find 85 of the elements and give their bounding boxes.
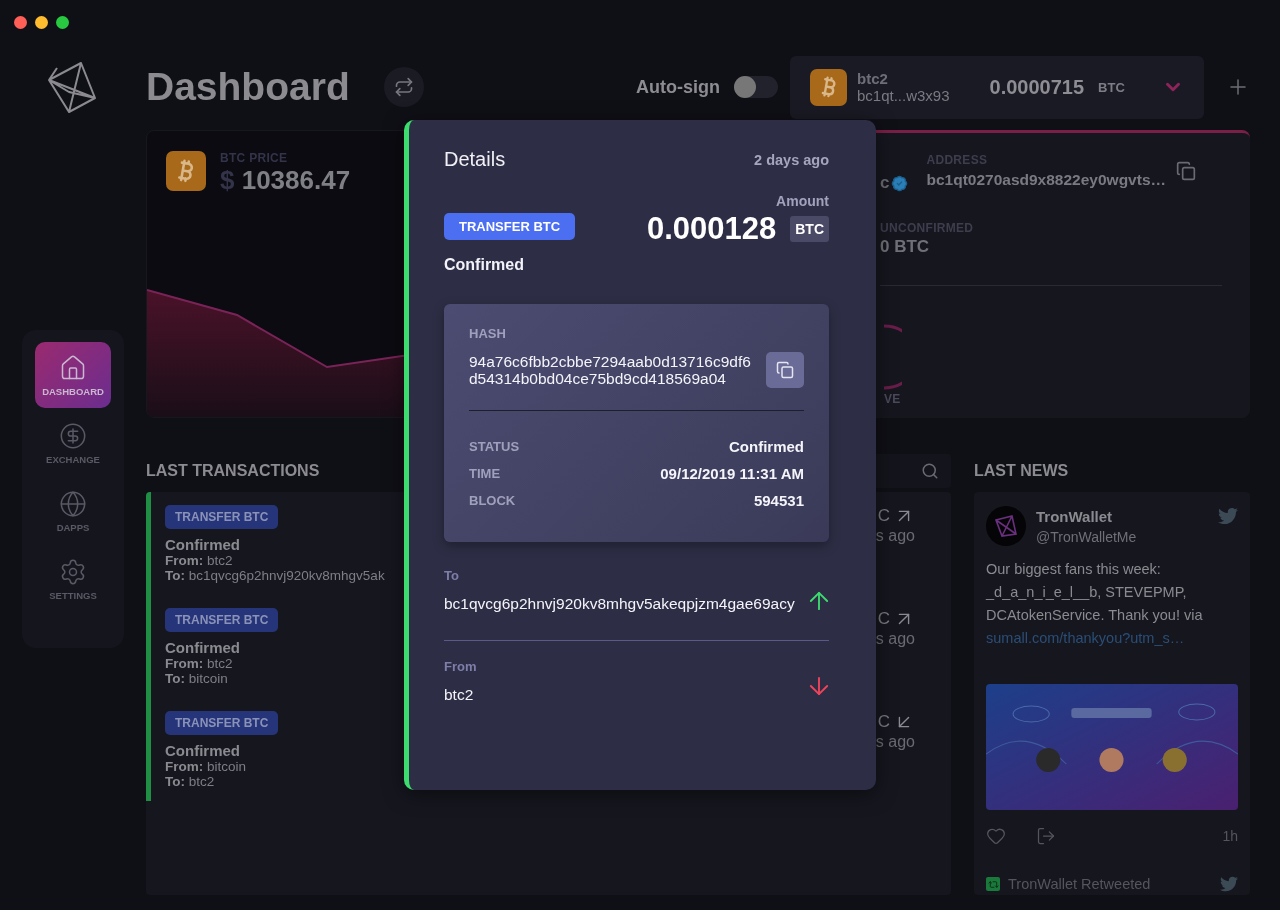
to-text: To: btc2	[165, 774, 215, 789]
amount-fragment: C	[877, 609, 890, 629]
field-value: 09/12/2019 11:31 AM	[660, 465, 804, 482]
transaction-status: Confirmed	[165, 639, 240, 656]
from-address: btc2	[444, 686, 475, 703]
to-label: To	[444, 568, 460, 583]
retweet-icon	[986, 877, 1000, 891]
wallet-name-fragment: c	[880, 173, 890, 193]
close-button[interactable]	[14, 15, 27, 29]
amount-label: Amount	[776, 193, 829, 209]
nav-item[interactable]: EXCHANGE	[35, 410, 111, 476]
share-icon[interactable]	[1036, 826, 1056, 846]
retweet-text: TronWallet Retweeted	[1008, 876, 1151, 892]
balance-unit: BTC	[1098, 79, 1125, 95]
twitter-icon	[1218, 506, 1238, 526]
price-value: $ 10386.47	[220, 165, 351, 196]
globe-icon	[59, 489, 87, 518]
avatar-logo-icon	[986, 506, 1026, 546]
field-value: Confirmed	[729, 438, 804, 455]
field-label: BLOCK	[469, 493, 516, 508]
to-address: bc1qvcg6p2hnvj920kv8mhgv5akeqpjzm4gae69acy	[444, 595, 796, 612]
twitter-icon	[1220, 875, 1238, 893]
bitcoin-icon	[166, 151, 206, 191]
from-text: From: bitcoin	[165, 759, 247, 774]
dollar-icon	[59, 421, 87, 450]
unit-tag: BTC	[790, 216, 829, 242]
search-icon	[921, 462, 939, 480]
amount-fragment: C	[877, 712, 890, 732]
hash-label: HASH	[469, 326, 507, 341]
from-label: From	[444, 659, 478, 674]
wallet-balance: 0.0000715	[989, 75, 1085, 99]
wallet-name: btc2	[857, 70, 889, 87]
like-icon[interactable]	[986, 826, 1006, 846]
transaction-status: Confirmed	[165, 536, 240, 553]
copy-icon	[776, 361, 794, 379]
amount-value: 0.000128	[646, 211, 777, 247]
tweet-author: TronWallet	[1036, 508, 1114, 525]
transaction-time: 2 days ago	[754, 151, 829, 168]
time-fragment: s ago	[875, 733, 915, 751]
nav-item[interactable]: SETTINGS	[35, 546, 111, 612]
field-label: STATUS	[469, 439, 520, 454]
price-label: BTC PRICE	[220, 151, 289, 165]
type-tag: TRANSFER BTC	[444, 213, 576, 240]
transaction-status: Confirmed	[444, 256, 524, 274]
to-text: To: bc1qvcg6p2hnvj920kv8mhgv5ak	[165, 568, 385, 583]
field-value: 594531	[753, 492, 804, 509]
copy-icon[interactable]	[1176, 161, 1196, 181]
receive-label-fragment: VE	[884, 392, 902, 406]
from-text: From: btc2	[165, 553, 233, 568]
tweet-time: 1h	[1222, 828, 1238, 844]
bitcoin-icon	[810, 68, 847, 106]
copy-button[interactable]	[766, 352, 804, 388]
repeat-icon	[393, 77, 414, 97]
nav-item[interactable]: DASHBOARD	[35, 342, 111, 408]
type-tag: TRANSFER BTC	[165, 608, 279, 632]
tweet-link[interactable]: sumall.com/thankyou?utm_s…	[986, 630, 1185, 646]
transaction-status: Confirmed	[165, 742, 240, 759]
home-icon	[59, 353, 87, 382]
refresh-button[interactable]	[383, 67, 424, 107]
type-tag: TRANSFER BTC	[165, 505, 279, 529]
time-fragment: s ago	[875, 527, 915, 545]
wallet-address: bc1qt0270asd9x8822ey0wgvts…	[926, 171, 1166, 189]
type-tag: TRANSFER BTC	[165, 711, 279, 735]
from-text: From: btc2	[165, 656, 233, 671]
zoom-button[interactable]	[56, 15, 69, 29]
wallet-address: bc1qt...w3x93	[857, 87, 950, 104]
nav-item[interactable]: DAPPS	[35, 478, 111, 544]
tweet-handle: @TronWalletMe	[1036, 529, 1137, 545]
tweet-text: Our biggest fans this week: _d_a_n_i_e_l__b, STEVEPMP, DCAtokenService. Thank you! via sumall.com/thankyou?utm_s…	[986, 560, 1204, 648]
settings-icon	[59, 557, 87, 586]
minimize-button[interactable]	[35, 15, 48, 29]
hash-value: 94a76c6fbb2cbbe7294aab0d13716c9df6d54314b0bd04ce75bd9cd418569a04	[469, 353, 752, 387]
wallet-selector[interactable]: btc2 bc1qt...w3x93 0.0000715 BTC	[790, 55, 1204, 119]
auto-sign-label: Auto-sign	[636, 76, 720, 98]
dialog-title: Details	[444, 148, 506, 171]
time-fragment: s ago	[875, 630, 915, 648]
field-label: TIME	[469, 466, 501, 481]
page-title: Dashboard	[146, 65, 350, 109]
amount-fragment: C	[877, 506, 890, 526]
to-text: To: bitcoin	[165, 671, 228, 686]
unconfirmed-value: 0 BTC	[880, 237, 931, 257]
section-title: LAST NEWS	[974, 462, 1069, 480]
auto-sign-toggle[interactable]	[734, 76, 778, 98]
section-title: LAST TRANSACTIONS	[146, 462, 320, 480]
logo-icon	[45, 60, 99, 114]
